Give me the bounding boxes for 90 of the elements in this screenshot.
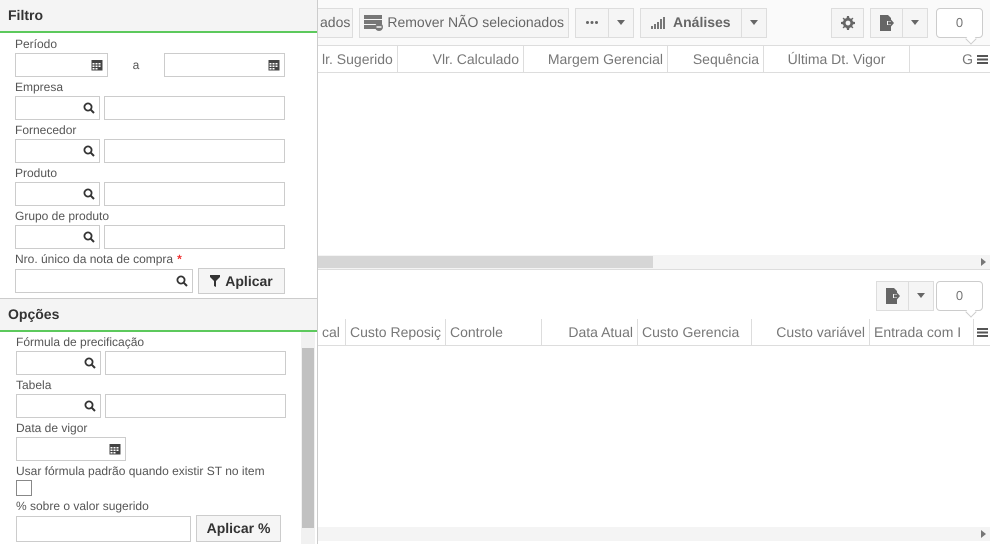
field-label: Nro. único da nota de compra <box>15 252 174 266</box>
caret-icon <box>617 20 625 25</box>
search-icon <box>84 400 96 412</box>
panel-title: Filtro <box>8 6 43 25</box>
more-icon <box>586 21 598 24</box>
description-field[interactable] <box>105 394 286 418</box>
code-field[interactable] <box>15 225 100 249</box>
document-export-icon <box>880 14 894 30</box>
field-label: Data de vigor <box>16 421 88 435</box>
column-header[interactable]: Última Dt. Vigor <box>764 46 910 72</box>
column-header[interactable]: Controle <box>446 319 542 345</box>
field-label: Fornecedor <box>15 123 76 137</box>
search-icon <box>83 102 95 114</box>
field-label: % sobre o valor sugerido <box>16 499 149 513</box>
range-separator: a <box>132 57 140 74</box>
search-icon <box>83 145 95 157</box>
dropdown-button[interactable] <box>903 8 928 38</box>
column-header[interactable]: Sequência <box>668 46 764 72</box>
field-label: Grupo de produto <box>15 209 110 223</box>
percent-field[interactable] <box>16 516 191 542</box>
field-label: Usar fórmula padrão quando existir ST no item <box>16 464 265 478</box>
description-field[interactable] <box>104 225 285 249</box>
more-button[interactable] <box>575 8 609 38</box>
column-header[interactable]: Margem Gerencial <box>524 46 668 72</box>
field-label: Produto <box>15 166 58 180</box>
field-label: Período <box>15 37 58 51</box>
column-header[interactable]: Custo Reposiç <box>346 319 446 345</box>
settings-button[interactable] <box>831 8 864 38</box>
caret-icon <box>917 293 925 298</box>
column-header[interactable]: lr. Sugerido <box>318 46 398 72</box>
vertical-scrollbar[interactable] <box>301 332 315 544</box>
column-menu-button[interactable] <box>974 46 990 72</box>
required-mark: * <box>177 252 182 266</box>
column-header[interactable]: Custo Gerencia <box>638 319 752 345</box>
field-label: Empresa <box>15 80 64 94</box>
settings-icon <box>840 16 854 30</box>
code-field[interactable] <box>15 139 100 163</box>
document-export-icon <box>886 288 900 304</box>
field-label: Fórmula de precificação <box>16 335 144 349</box>
scroll-right-icon <box>980 530 986 538</box>
search-icon <box>84 357 96 369</box>
filter-icon <box>210 275 220 287</box>
code-field[interactable] <box>16 394 101 418</box>
caret-icon <box>911 20 919 25</box>
record-counter: 0 <box>936 280 983 310</box>
description-field[interactable] <box>105 351 286 375</box>
export-button[interactable] <box>876 280 909 310</box>
description-field[interactable] <box>104 182 285 206</box>
dropdown-button[interactable] <box>909 280 934 310</box>
checkbox[interactable] <box>16 480 32 496</box>
code-field[interactable] <box>16 351 101 375</box>
table-remove-icon <box>364 14 384 30</box>
scroll-right-icon <box>980 258 986 266</box>
calendar-icon <box>268 59 280 71</box>
toolbar-button[interactable]: ados <box>318 8 354 38</box>
calendar-icon <box>109 443 121 455</box>
remove-unselected-button[interactable]: Remover NÃO selecionados <box>359 8 569 38</box>
field-label: Tabela <box>16 378 52 392</box>
date-field[interactable] <box>15 53 108 77</box>
scrollbar-thumb[interactable] <box>318 256 653 268</box>
column-header[interactable]: Data Atual <box>542 319 638 345</box>
panel-title: Opções <box>8 305 60 324</box>
date-field[interactable] <box>164 53 285 77</box>
record-counter: 0 <box>936 8 983 38</box>
horizontal-scrollbar[interactable] <box>318 527 990 541</box>
description-field[interactable] <box>104 96 285 120</box>
search-icon <box>176 275 188 287</box>
date-field[interactable] <box>16 437 126 461</box>
scrollbar-thumb[interactable] <box>302 348 314 528</box>
search-field[interactable] <box>15 269 193 293</box>
apply-button[interactable]: Aplicar <box>198 268 285 294</box>
apply-percent-button[interactable]: Aplicar % <box>196 515 281 542</box>
calendar-icon <box>91 59 103 71</box>
menu-icon <box>976 54 988 64</box>
code-field[interactable] <box>15 182 100 206</box>
search-icon <box>83 188 95 200</box>
caret-icon <box>750 20 758 25</box>
export-button[interactable] <box>870 8 903 38</box>
menu-icon <box>976 328 988 336</box>
code-field[interactable] <box>15 96 100 120</box>
horizontal-scrollbar[interactable] <box>318 255 990 269</box>
bar-chart-icon <box>651 16 665 28</box>
description-field[interactable] <box>104 139 285 163</box>
dropdown-button[interactable] <box>742 8 767 38</box>
analyses-button[interactable]: Análises <box>640 8 742 38</box>
column-header[interactable]: Custo variável <box>752 319 870 345</box>
search-icon <box>83 231 95 243</box>
dropdown-button[interactable] <box>609 8 634 38</box>
column-header[interactable]: Vlr. Calculado <box>398 46 524 72</box>
column-header[interactable]: cal <box>318 319 346 345</box>
